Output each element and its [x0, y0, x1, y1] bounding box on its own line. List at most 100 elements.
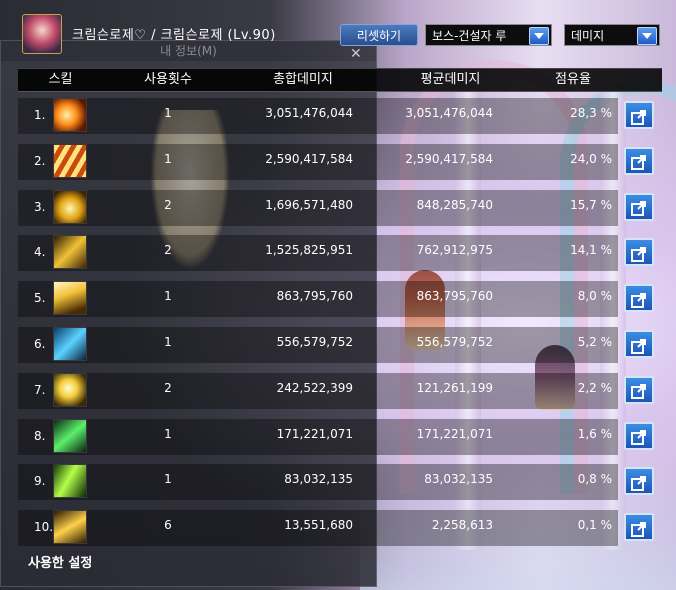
row-uses: 2	[164, 380, 172, 395]
damage-meter-topbar: 크림슨로제♡ / 크림슨로제 (Lv.90) 리셋하기 보스-건설자 루 데미지…	[0, 0, 676, 68]
row-total-damage: 1,696,571,480	[265, 197, 353, 212]
row-average-damage: 3,051,476,044	[405, 106, 493, 120]
row-share: 0,1 %	[577, 518, 612, 533]
export-icon	[631, 338, 646, 354]
skill-detail-button[interactable]	[624, 101, 654, 129]
green-arrow-icon	[53, 464, 87, 499]
export-icon	[631, 475, 646, 491]
table-row: 9. 1 83,032,135 83,032,135 0,8 %	[18, 460, 662, 504]
row-uses: 2	[164, 243, 172, 258]
row-share: 8,0 %	[577, 289, 612, 304]
chevron-down-icon[interactable]	[637, 27, 657, 45]
row-share: 24,0 %	[570, 151, 612, 166]
row-total-damage: 2,590,417,584	[265, 151, 353, 166]
golden-swirl-icon	[53, 189, 87, 224]
row-uses: 1	[164, 289, 172, 304]
flame-burst-icon	[53, 98, 87, 132]
metric-select[interactable]: 데미지	[564, 24, 660, 46]
row-total-damage: 1,525,825,951	[265, 243, 353, 258]
row-total-damage: 83,032,135	[284, 472, 353, 487]
header-share: 점유율	[555, 72, 591, 87]
header-average-damage: 평균데미지	[420, 72, 481, 87]
table-row: 5. 1 863,795,760 863,795,760 8,0 %	[18, 277, 662, 321]
golden-wing-icon	[53, 510, 87, 545]
used-setting-label: 사용한 설정	[28, 556, 93, 571]
row-share: 5,2 %	[577, 335, 612, 349]
skill-detail-button[interactable]	[624, 375, 654, 404]
row-average-damage: 2,258,613	[431, 518, 493, 533]
golden-runes-icon	[53, 235, 87, 270]
row-share: 14,1 %	[570, 243, 612, 258]
row-average-damage: 863,795,760	[416, 289, 493, 304]
export-icon	[631, 155, 646, 171]
row-uses: 2	[164, 197, 172, 212]
table-row: 4. 2 1,525,825,951 762,912,975 14,1 %	[18, 231, 662, 275]
table-row: 8. 1 171,221,071 171,221,071 1,6 %	[18, 415, 662, 459]
table-row: 1. 1 3,051,476,044 3,051,476,044 28,3 %	[18, 94, 662, 138]
fire-pillars-icon	[53, 143, 87, 178]
row-share: 1,6 %	[577, 426, 612, 441]
metric-value: 데미지	[571, 29, 605, 43]
ice-strike-icon	[53, 327, 87, 361]
boss-filter-select[interactable]: 보스-건설자 루	[425, 24, 552, 46]
skill-detail-button[interactable]	[624, 284, 654, 313]
table-row: 7. 2 242,522,399 121,261,199 2,2 %	[18, 369, 662, 413]
row-total-damage: 242,522,399	[276, 380, 353, 395]
row-total-damage: 863,795,760	[276, 289, 353, 304]
skill-detail-button[interactable]	[624, 421, 654, 450]
row-share: 2,2 %	[577, 380, 612, 395]
row-share: 0,8 %	[577, 472, 612, 487]
row-average-damage: 121,261,199	[416, 380, 493, 395]
export-icon	[631, 246, 646, 262]
row-uses: 1	[164, 106, 172, 120]
row-uses: 1	[164, 472, 172, 487]
row-share: 15,7 %	[570, 197, 612, 212]
row-average-damage: 762,912,975	[416, 243, 493, 258]
light-rays-icon	[53, 281, 87, 316]
row-total-damage: 13,551,680	[284, 518, 353, 533]
row-average-damage: 83,032,135	[424, 472, 493, 487]
row-average-damage: 556,579,752	[416, 335, 493, 349]
row-uses: 6	[164, 518, 172, 533]
row-average-damage: 171,221,071	[416, 426, 493, 441]
header-total-damage: 총합데미지	[273, 72, 333, 87]
skill-detail-button[interactable]	[624, 467, 654, 496]
row-total-damage: 3,051,476,044	[265, 106, 353, 120]
row-average-damage: 848,285,740	[416, 197, 493, 212]
export-icon	[631, 521, 646, 537]
skill-detail-button[interactable]	[624, 330, 654, 358]
export-icon	[631, 201, 646, 217]
export-icon	[631, 109, 646, 125]
chevron-down-icon[interactable]	[529, 27, 549, 45]
table-row: 6. 1 556,579,752 556,579,752 5,2 %	[18, 323, 662, 367]
skill-detail-button[interactable]	[624, 192, 654, 221]
avatar	[22, 14, 62, 54]
character-name: 크림슨로제♡ / 크림슨로제 (Lv.90)	[72, 28, 276, 43]
reset-button[interactable]: 리셋하기	[340, 24, 418, 46]
export-icon	[631, 430, 646, 446]
table-row: 2. 1 2,590,417,584 2,590,417,584 24,0 %	[18, 140, 662, 184]
table-row: 3. 2 1,696,571,480 848,285,740 15,7 %	[18, 186, 662, 230]
damage-table: 스킬 사용횟수 총합데미지 평균데미지 점유율 1. 1 3,051,476,044…	[0, 68, 662, 588]
row-total-damage: 171,221,071	[276, 426, 353, 441]
export-icon	[631, 292, 646, 308]
row-uses: 1	[164, 335, 172, 349]
table-row: 10. 6 13,551,680 2,258,613 0,1 %	[18, 506, 662, 550]
footer: 사용한 설정	[28, 552, 92, 576]
skill-detail-button[interactable]	[624, 238, 654, 267]
row-uses: 1	[164, 426, 172, 441]
boss-filter-value: 보스-건설자 루	[432, 29, 507, 43]
header-skill: 스킬	[48, 72, 73, 87]
export-icon	[631, 384, 646, 400]
star-burst-icon	[53, 372, 87, 407]
row-average-damage: 2,590,417,584	[405, 151, 493, 166]
close-icon[interactable]: ✕	[350, 46, 362, 62]
row-uses: 1	[164, 151, 172, 166]
green-slash-icon	[53, 418, 87, 453]
header-uses: 사용횟수	[144, 72, 192, 87]
skill-detail-button[interactable]	[624, 513, 654, 542]
row-share: 28,3 %	[570, 106, 612, 120]
row-total-damage: 556,579,752	[276, 335, 353, 349]
skill-detail-button[interactable]	[624, 146, 654, 175]
table-header: 스킬 사용횟수 총합데미지 평균데미지 점유율	[18, 68, 662, 92]
